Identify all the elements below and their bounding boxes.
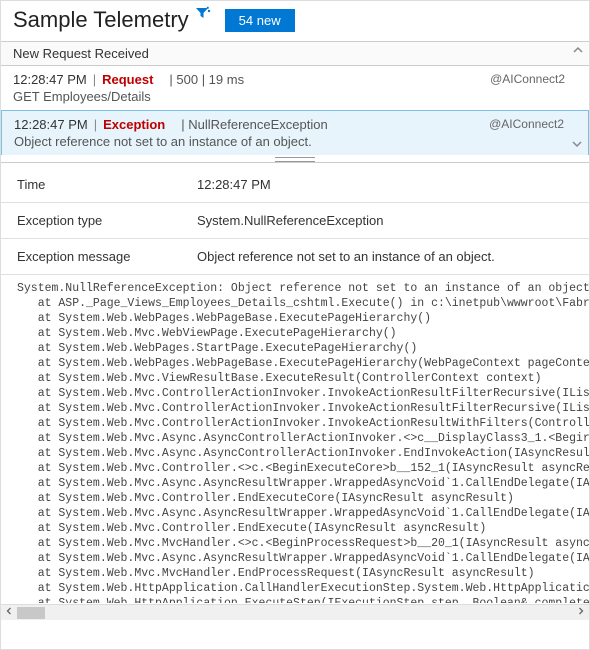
- event-detail: Object reference not set to an instance …: [14, 134, 576, 149]
- event-kind: Exception: [103, 117, 165, 132]
- detail-label: Time: [17, 177, 197, 192]
- event-source: @AIConnect2: [489, 117, 564, 131]
- detail-value: Object reference not set to an instance …: [197, 249, 573, 264]
- separator: |: [93, 72, 96, 87]
- event-row[interactable]: 12:28:47 PM | Request | 500 | 19 ms @AIC…: [1, 66, 589, 111]
- event-kind: Request: [102, 72, 153, 87]
- detail-value: System.NullReferenceException: [197, 213, 573, 228]
- detail-value: 12:28:47 PM: [197, 177, 573, 192]
- detail-label: Exception type: [17, 213, 197, 228]
- page-title: Sample Telemetry: [13, 7, 189, 33]
- event-banner: New Request Received: [1, 42, 589, 66]
- detail-row-time: Time 12:28:47 PM: [1, 167, 589, 203]
- splitter-handle[interactable]: [1, 155, 589, 163]
- separator: |: [94, 117, 97, 132]
- event-detail: GET Employees/Details: [13, 89, 577, 104]
- detail-label: Exception message: [17, 249, 197, 264]
- filter-icon[interactable]: [195, 6, 211, 27]
- event-time: 12:28:47 PM: [14, 117, 88, 132]
- scrollbar-track[interactable]: [17, 605, 573, 620]
- event-row[interactable]: 12:28:47 PM | Exception | NullReferenceE…: [1, 110, 589, 156]
- event-source: @AIConnect2: [490, 72, 565, 86]
- detail-row-exception-message: Exception message Object reference not s…: [1, 239, 589, 275]
- stack-trace: System.NullReferenceException: Object re…: [1, 275, 589, 603]
- scroll-right-icon[interactable]: [573, 607, 589, 618]
- event-meta: | NullReferenceException: [181, 117, 327, 132]
- details-panel: Time 12:28:47 PM Exception type System.N…: [1, 163, 589, 620]
- scroll-up-icon[interactable]: [571, 45, 585, 58]
- scroll-down-icon[interactable]: [570, 139, 584, 152]
- event-banner-text: New Request Received: [13, 46, 149, 61]
- event-meta: | 500 | 19 ms: [169, 72, 244, 87]
- event-time: 12:28:47 PM: [13, 72, 87, 87]
- event-list: New Request Received 12:28:47 PM | Reque…: [1, 41, 589, 156]
- horizontal-scrollbar[interactable]: [1, 604, 589, 620]
- new-events-badge[interactable]: 54 new: [225, 9, 295, 32]
- stack-trace-container: System.NullReferenceException: Object re…: [1, 275, 589, 620]
- detail-row-exception-type: Exception type System.NullReferenceExcep…: [1, 203, 589, 239]
- scroll-left-icon[interactable]: [1, 607, 17, 618]
- scrollbar-thumb[interactable]: [17, 607, 45, 619]
- panel-header: Sample Telemetry 54 new: [1, 1, 589, 41]
